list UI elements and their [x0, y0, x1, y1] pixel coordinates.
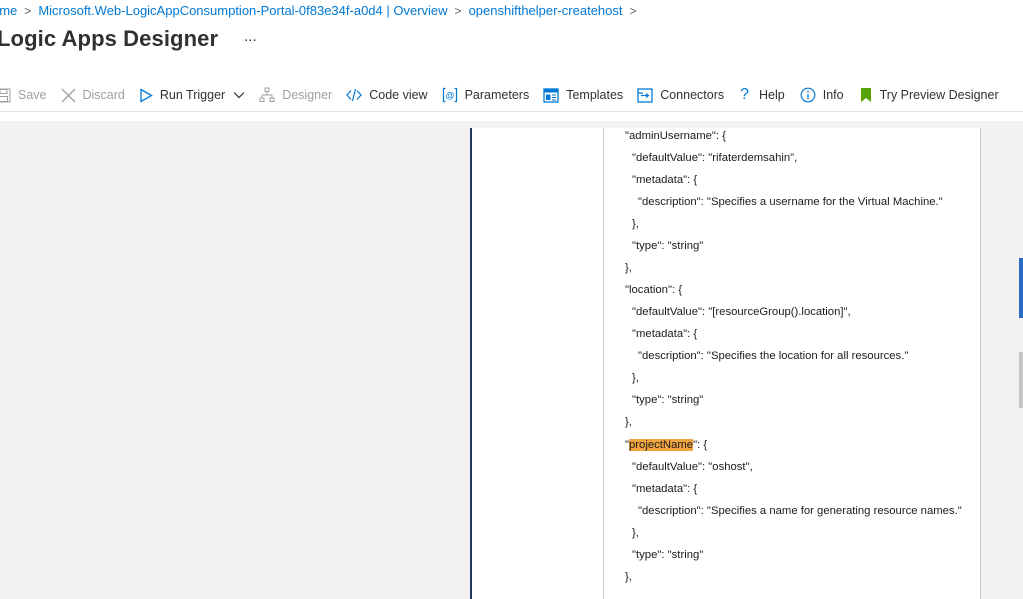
- code-line[interactable]: "type": "string": [632, 238, 703, 254]
- code-line[interactable]: },: [625, 260, 632, 276]
- help-label: Help: [759, 88, 785, 102]
- chevron-down-icon: [233, 92, 245, 99]
- code-line[interactable]: "defaultValue": "rifaterdemsahin",: [632, 150, 797, 166]
- chevron-right-icon: >: [454, 4, 462, 18]
- code-editor-gutter: [603, 128, 604, 599]
- toolbar-divider: [0, 111, 1023, 112]
- save-label: Save: [18, 88, 47, 102]
- code-line[interactable]: "projectName": {: [625, 437, 707, 453]
- code-line[interactable]: "adminUsername": {: [625, 128, 726, 144]
- code-line[interactable]: },: [632, 216, 639, 232]
- code-line[interactable]: "metadata": {: [632, 481, 697, 497]
- code-line[interactable]: "description": "Specifies a name for gen…: [638, 503, 962, 519]
- breadcrumb-resource[interactable]: Microsoft.Web-LogicAppConsumption-Portal…: [38, 3, 447, 18]
- more-options-button[interactable]: ...: [244, 29, 257, 50]
- code-line[interactable]: "description": "Specifies a username for…: [638, 194, 943, 210]
- code-view-button[interactable]: Code view: [346, 88, 428, 102]
- search-highlight: projectName: [629, 439, 694, 451]
- save-icon: [0, 88, 11, 102]
- breadcrumb-home[interactable]: ome: [0, 3, 17, 18]
- svg-text:@: @: [445, 91, 454, 101]
- code-line[interactable]: "description": "Specifies the location f…: [638, 348, 908, 364]
- code-line[interactable]: "type": "string": [632, 547, 703, 563]
- connectors-icon: [637, 87, 653, 103]
- discard-button[interactable]: Discard: [61, 88, 125, 103]
- parameters-icon: @: [442, 87, 457, 103]
- parameters-button[interactable]: @ Parameters: [442, 87, 530, 103]
- title-row: Logic Apps Designer ...: [0, 26, 257, 52]
- code-line[interactable]: },: [632, 370, 639, 386]
- designer-label: Designer: [282, 88, 333, 102]
- code-line[interactable]: },: [632, 525, 639, 541]
- code-line[interactable]: "type": "string": [632, 392, 703, 408]
- code-rest: ": {: [693, 439, 708, 451]
- info-label: Info: [822, 88, 844, 102]
- close-icon: [61, 88, 75, 102]
- run-trigger-label: Run Trigger: [159, 88, 226, 102]
- scrollbar-marker: [1019, 258, 1023, 318]
- code-line[interactable]: "defaultValue": "[resourceGroup().locati…: [632, 304, 851, 320]
- help-icon: ?: [740, 86, 750, 103]
- connectors-label: Connectors: [660, 88, 725, 102]
- scrollbar-thumb[interactable]: [1019, 352, 1023, 408]
- chevron-right-icon: >: [24, 4, 32, 18]
- breadcrumb: ome > Microsoft.Web-LogicAppConsumption-Po…: [0, 3, 644, 18]
- page-title: Logic Apps Designer: [0, 26, 219, 51]
- code-icon: [346, 88, 363, 102]
- discard-label: Discard: [82, 88, 125, 102]
- code-line[interactable]: "metadata": {: [632, 172, 697, 188]
- breadcrumb-app[interactable]: openshifthelper-createhost: [469, 3, 623, 18]
- templates-icon: [543, 87, 559, 103]
- try-preview-designer-label: Try Preview Designer: [879, 88, 999, 102]
- code-line[interactable]: },: [625, 569, 632, 585]
- info-icon: [800, 87, 816, 103]
- designer-button[interactable]: Designer: [259, 87, 332, 103]
- save-button[interactable]: Save: [0, 88, 47, 103]
- chevron-right-icon: >: [629, 4, 637, 18]
- code-view-label: Code view: [369, 88, 428, 102]
- templates-label: Templates: [566, 88, 624, 102]
- hierarchy-icon: [259, 87, 275, 102]
- code-line[interactable]: "metadata": {: [632, 326, 697, 342]
- info-button[interactable]: Info: [800, 87, 844, 103]
- code-line[interactable]: },: [625, 414, 632, 430]
- play-icon: [140, 87, 153, 103]
- code-line[interactable]: "defaultValue": "oshost",: [632, 459, 753, 475]
- panel-right-border: [980, 128, 981, 599]
- try-preview-designer-button[interactable]: Try Preview Designer: [859, 87, 999, 103]
- code-line[interactable]: "location": {: [625, 282, 682, 298]
- templates-button[interactable]: Templates: [543, 87, 624, 103]
- toolbar: Save Discard Run Trigger Designer Code v…: [0, 84, 999, 106]
- run-trigger-button[interactable]: Run Trigger: [139, 87, 245, 103]
- parameters-label: Parameters: [464, 88, 530, 102]
- bookmark-icon: [860, 88, 871, 102]
- connectors-button[interactable]: Connectors: [637, 87, 725, 103]
- help-button[interactable]: ? Help: [740, 87, 785, 103]
